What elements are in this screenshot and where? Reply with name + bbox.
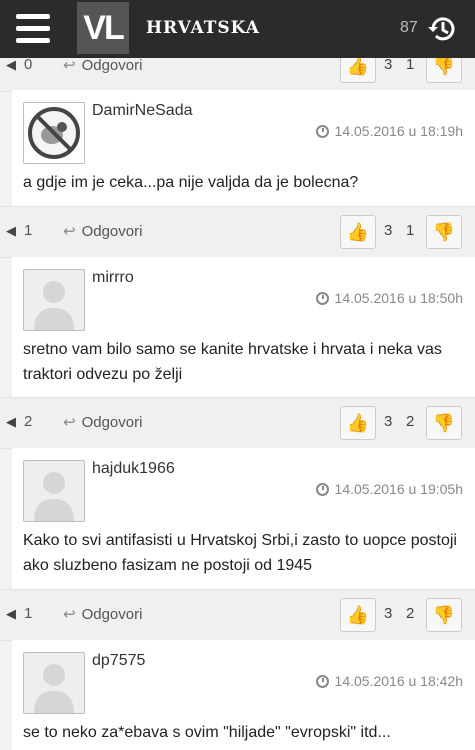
comment-text: se to neko za*ebava s ovim "hiljade" "ev… bbox=[23, 724, 391, 741]
logo[interactable]: VL bbox=[77, 2, 129, 54]
reply-button[interactable]: ↩ Odgovori bbox=[63, 605, 142, 623]
dislike-count: 2 bbox=[406, 605, 415, 622]
comment-actions: ◀ 2 ↩ Odgovori 👍 3 2 👎 bbox=[0, 397, 475, 449]
comment-author[interactable]: mirrro bbox=[92, 269, 134, 287]
comment-actions: ◀ 1 ↩ Odgovori 👍 3 2 👎 bbox=[0, 589, 475, 641]
dislike-count: 1 bbox=[406, 56, 415, 73]
like-count: 3 bbox=[384, 413, 393, 430]
clock-icon bbox=[315, 483, 329, 496]
default-avatar-icon bbox=[34, 281, 74, 330]
thumbs-up-icon[interactable]: 👍 bbox=[340, 598, 376, 632]
comment-author[interactable]: hajduk1966 bbox=[92, 460, 175, 478]
thumbs-down-icon[interactable]: 👎 bbox=[426, 598, 462, 632]
dislike-count: 2 bbox=[406, 413, 415, 430]
like-count: 3 bbox=[384, 56, 393, 73]
reply-count[interactable]: ◀ 1 bbox=[6, 222, 32, 239]
comment-text: sretno vam bilo samo se kanite hrvatske … bbox=[23, 341, 442, 383]
menu-icon[interactable] bbox=[16, 14, 52, 44]
default-avatar-icon bbox=[34, 664, 74, 713]
comment: dp7575 14.05.2016 u 18:42h se to neko za… bbox=[12, 640, 475, 750]
avatar[interactable] bbox=[23, 269, 85, 331]
reply-arrow-icon: ↩ bbox=[63, 223, 76, 240]
reply-button[interactable]: ↩ Odgovori bbox=[63, 222, 142, 240]
comment-actions: ◀ 1 ↩ Odgovori 👍 3 1 👎 bbox=[0, 206, 475, 258]
comment-text: Kako to svi antifasisti u Hrvatskoj Srbi… bbox=[23, 532, 457, 574]
clock-icon bbox=[315, 125, 329, 138]
comment: hajduk1966 14.05.2016 u 19:05h Kako to s… bbox=[12, 448, 475, 588]
comment: mirrro 14.05.2016 u 18:50h sretno vam bi… bbox=[12, 257, 475, 397]
comment-time: 14.05.2016 u 18:50h bbox=[315, 290, 463, 306]
reply-arrow-icon: ↩ bbox=[63, 606, 76, 623]
avatar[interactable] bbox=[23, 102, 85, 164]
history-icon[interactable] bbox=[426, 12, 460, 46]
comment: DamirNeSada 14.05.2016 u 18:19h a gdje i… bbox=[12, 90, 475, 206]
no-sign-icon bbox=[28, 107, 80, 159]
reply-button[interactable]: ↩ Odgovori bbox=[63, 413, 142, 431]
comment-time: 14.05.2016 u 19:05h bbox=[315, 481, 463, 497]
thumbs-up-icon[interactable]: 👍 bbox=[340, 215, 376, 249]
top-bar: VL HRVATSKA 87 bbox=[0, 0, 475, 58]
reply-count[interactable]: ◀ 0 bbox=[6, 56, 32, 73]
comment-time: 14.05.2016 u 18:19h bbox=[315, 123, 463, 139]
thumbs-down-icon[interactable]: 👎 bbox=[426, 406, 462, 440]
like-count: 3 bbox=[384, 605, 393, 622]
comment-text: a gdje im je ceka...pa nije valjda da je… bbox=[23, 174, 359, 191]
comment-time: 14.05.2016 u 18:42h bbox=[315, 673, 463, 689]
history-count: 87 bbox=[400, 19, 418, 36]
avatar[interactable] bbox=[23, 652, 85, 714]
reply-arrow-icon: ↩ bbox=[63, 57, 76, 74]
thumbs-down-icon[interactable]: 👎 bbox=[426, 215, 462, 249]
reply-arrow-icon: ↩ bbox=[63, 414, 76, 431]
default-avatar-icon bbox=[34, 472, 74, 521]
like-count: 3 bbox=[384, 222, 393, 239]
reply-count[interactable]: ◀ 2 bbox=[6, 413, 32, 430]
comment-author[interactable]: dp7575 bbox=[92, 652, 145, 670]
comment-author[interactable]: DamirNeSada bbox=[92, 102, 192, 120]
reply-button[interactable]: ↩ Odgovori bbox=[63, 56, 142, 74]
reply-count[interactable]: ◀ 1 bbox=[6, 605, 32, 622]
clock-icon bbox=[315, 292, 329, 305]
thumbs-up-icon[interactable]: 👍 bbox=[340, 406, 376, 440]
clock-icon bbox=[315, 675, 329, 688]
section-title: HRVATSKA bbox=[146, 18, 260, 38]
dislike-count: 1 bbox=[406, 222, 415, 239]
avatar[interactable] bbox=[23, 460, 85, 522]
